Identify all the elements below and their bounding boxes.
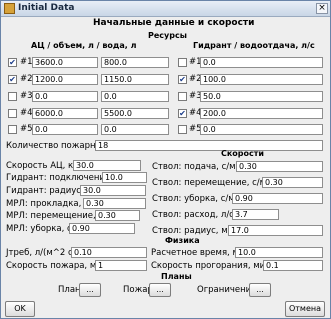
window-title: Initial Data bbox=[18, 3, 75, 13]
close-icon[interactable]: × bbox=[316, 3, 328, 14]
nozzle-move-label: Ствол: перемещение, с/м bbox=[152, 178, 267, 188]
speeds-title: Скорости bbox=[221, 149, 265, 158]
hydrant-4-flow-field[interactable]: 200.0 bbox=[200, 108, 323, 119]
nozzle-flow-field[interactable]: 3.7 bbox=[232, 209, 279, 220]
title-bar[interactable]: Initial Data × bbox=[1, 1, 330, 17]
hydrants-header: Гидрант / водоотдача, л/с bbox=[193, 41, 315, 50]
calc-time-field[interactable]: 10.0 bbox=[235, 247, 323, 258]
nozzle-supply-label: Ствол: подача, с/м bbox=[152, 162, 236, 172]
tankers-header: АЦ / объем, л / вода, л bbox=[31, 41, 137, 50]
hydrant-3-checkbox[interactable] bbox=[178, 92, 187, 101]
nozzle-flow-label: Ствол: расход, л/с bbox=[152, 210, 234, 220]
restrictions-browse-button[interactable]: ... bbox=[249, 283, 271, 297]
tanker-2-checkbox[interactable]: ✔ bbox=[8, 75, 17, 84]
hydrant-1-checkbox[interactable] bbox=[178, 58, 187, 67]
resources-title: Ресурсы bbox=[148, 31, 187, 40]
tanker-1-water-field[interactable]: 800.0 bbox=[101, 57, 169, 68]
tanker-5-water-field[interactable]: 0.0 bbox=[101, 124, 169, 135]
nozzle-cleanup-label: Ствол: уборка, с/м bbox=[152, 194, 235, 204]
dialog-window: Initial Data × Начальные данные и скорос… bbox=[0, 0, 331, 319]
cancel-button[interactable]: Отмена bbox=[285, 301, 325, 317]
hydrant-5-flow-field[interactable]: 0.0 bbox=[200, 124, 323, 135]
hydrant-3-flow-field[interactable]: 50.0 bbox=[200, 91, 323, 102]
hydrant-2-flow-field[interactable]: 100.0 bbox=[200, 74, 323, 85]
tanker-4-checkbox[interactable] bbox=[8, 109, 17, 118]
restrictions-label: Ограничения bbox=[197, 285, 257, 295]
tanker-4-water-field[interactable]: 5500.0 bbox=[101, 108, 169, 119]
tanker-4-volume-field[interactable]: 6000.0 bbox=[32, 108, 98, 119]
hydrant-radius-field[interactable]: 30.0 bbox=[80, 185, 146, 196]
tanker-3-label: #3 bbox=[20, 91, 33, 101]
tanker-1-volume-field[interactable]: 3600.0 bbox=[32, 57, 98, 68]
tanker-3-volume-field[interactable]: 0.0 bbox=[32, 91, 98, 102]
plan-browse-button[interactable]: ... bbox=[79, 283, 101, 297]
nozzle-radius-field[interactable]: 17.0 bbox=[228, 225, 323, 236]
physics-title: Физика bbox=[165, 236, 200, 245]
tanker-4-label: #4 bbox=[20, 108, 33, 118]
tanker-5-checkbox[interactable] bbox=[8, 125, 17, 134]
tanker-1-label: #1 bbox=[20, 57, 33, 67]
hydrant-2-checkbox[interactable]: ✔ bbox=[178, 75, 187, 84]
nozzle-move-field[interactable]: 0.30 bbox=[262, 177, 323, 188]
j-required-label: Jтреб, л/(м^2 с) bbox=[6, 248, 76, 258]
fire-browse-button[interactable]: ... bbox=[149, 283, 171, 297]
firefighters-label: Количество пожарных bbox=[6, 141, 108, 151]
nozzle-supply-field[interactable]: 0.30 bbox=[236, 161, 323, 172]
mrl-lay-field[interactable]: 0.30 bbox=[83, 198, 146, 209]
dialog-heading: Начальные данные и скорости bbox=[93, 18, 255, 28]
plan-label: План bbox=[58, 285, 81, 295]
tanker-2-water-field[interactable]: 1150.0 bbox=[101, 74, 169, 85]
nozzle-cleanup-field[interactable]: 0.90 bbox=[232, 193, 323, 204]
fire-speed-field[interactable]: 1 bbox=[95, 260, 147, 271]
nozzle-radius-label: Ствол: радиус, м bbox=[152, 226, 228, 236]
hydrant-4-checkbox[interactable]: ✔ bbox=[178, 109, 187, 118]
firefighters-field[interactable]: 18 bbox=[95, 140, 323, 151]
mrl-cleanup-field[interactable]: 0.90 bbox=[69, 223, 135, 234]
ok-button[interactable]: OK bbox=[5, 301, 35, 317]
tanker-2-label: #2 bbox=[20, 74, 33, 84]
tanker-3-water-field[interactable]: 0.0 bbox=[101, 91, 169, 102]
tanker-5-volume-field[interactable]: 0.0 bbox=[32, 124, 98, 135]
j-required-field[interactable]: 0.10 bbox=[71, 247, 147, 258]
tanker-3-checkbox[interactable] bbox=[8, 92, 17, 101]
mrl-move-field[interactable]: 0.30 bbox=[95, 210, 140, 221]
burnout-speed-field[interactable]: 0.1 bbox=[263, 260, 323, 271]
hydrant-5-checkbox[interactable] bbox=[178, 125, 187, 134]
hydrant-connect-field[interactable]: 10.0 bbox=[102, 172, 147, 183]
plans-title: Планы bbox=[161, 272, 192, 281]
tanker-2-volume-field[interactable]: 1200.0 bbox=[32, 74, 98, 85]
tanker-1-checkbox[interactable]: ✔ bbox=[8, 58, 17, 67]
app-icon bbox=[4, 3, 15, 14]
tanker-speed-field[interactable]: 30.0 bbox=[73, 160, 141, 171]
hydrant-1-flow-field[interactable]: 0.0 bbox=[200, 57, 323, 68]
tanker-5-label: #5 bbox=[20, 124, 33, 134]
